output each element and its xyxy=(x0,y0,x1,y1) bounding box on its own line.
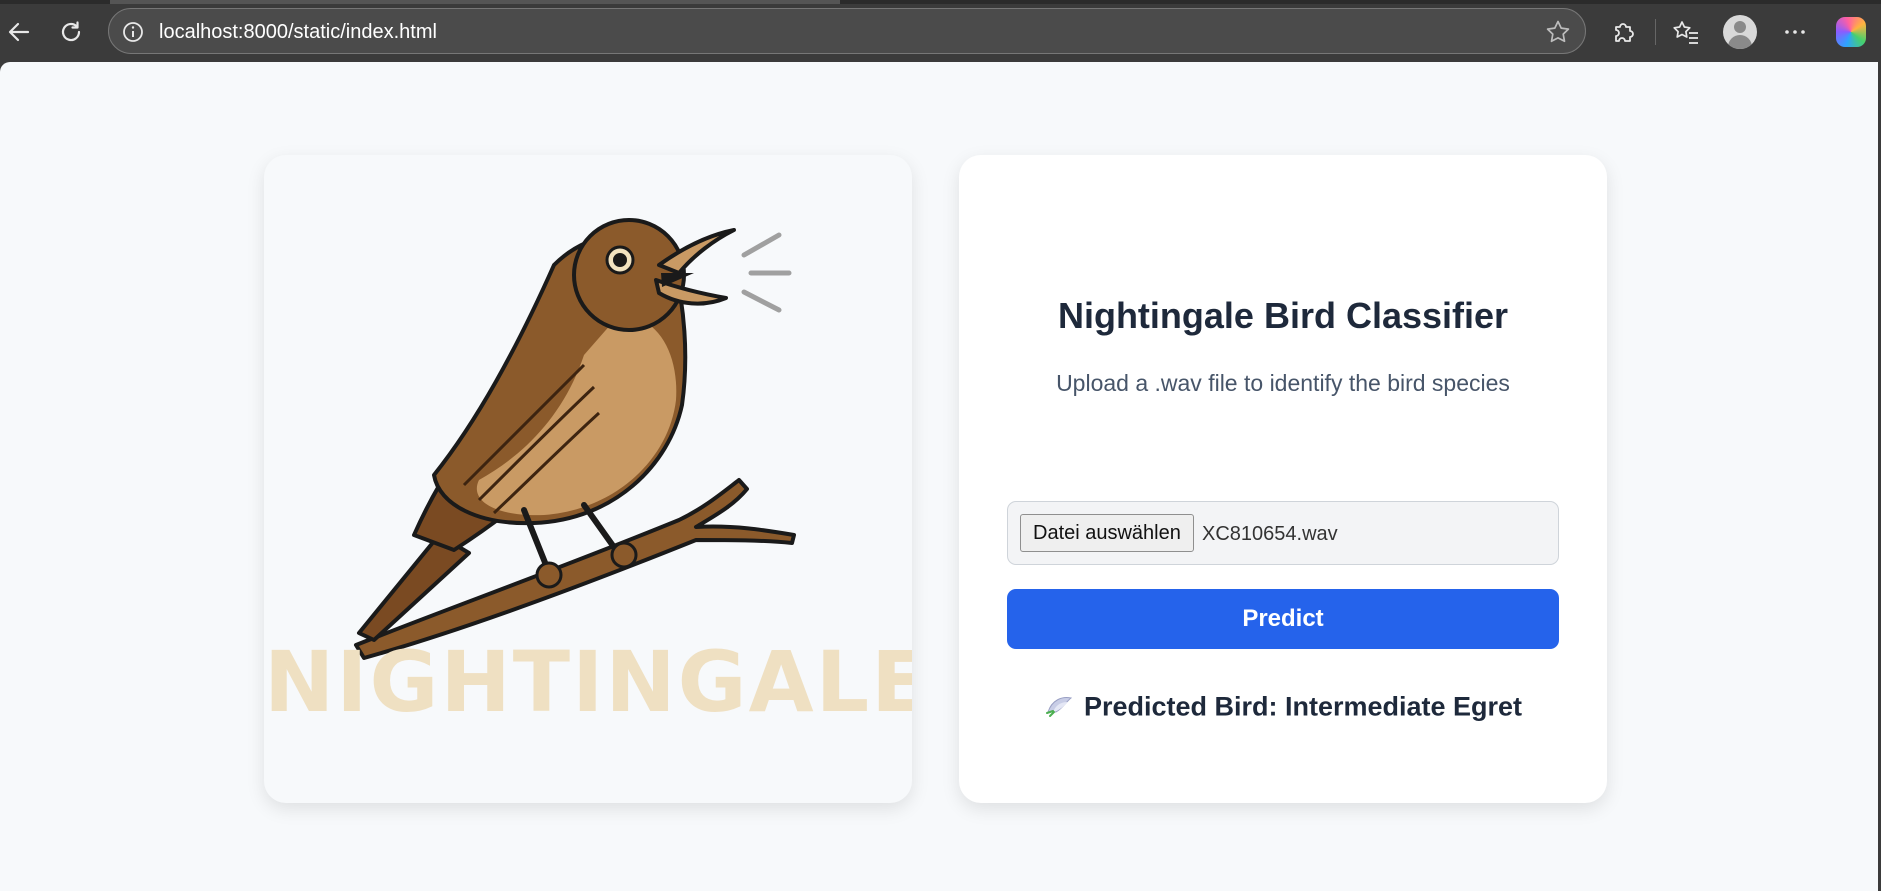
copilot-button[interactable] xyxy=(1831,12,1871,52)
bird-icon xyxy=(1044,690,1074,727)
browser-toolbar: localhost:8000/static/index.html xyxy=(0,0,1881,62)
tab-strip xyxy=(0,0,1881,4)
selected-file-name: XC810654.wav xyxy=(1202,523,1338,545)
address-bar[interactable]: localhost:8000/static/index.html xyxy=(108,8,1586,54)
logo-wordmark: NIGHTINGALE xyxy=(264,633,912,731)
profile-button[interactable] xyxy=(1720,12,1760,52)
more-button[interactable] xyxy=(1775,12,1815,52)
predict-button[interactable]: Predict xyxy=(1007,589,1559,649)
puzzle-icon xyxy=(1615,23,1634,42)
avatar-head-shape xyxy=(1734,21,1746,33)
profile-avatar-icon xyxy=(1723,15,1757,49)
info-icon[interactable] xyxy=(121,20,145,44)
page-viewport: NIGHTINGALE Nightingale Bird Classifier … xyxy=(0,62,1878,891)
active-tab-indicator xyxy=(110,0,840,4)
back-arrow-icon xyxy=(8,22,30,42)
page-title: Nightingale Bird Classifier xyxy=(1057,295,1509,336)
prediction-result-text: Predicted Bird: Intermediate Egret xyxy=(1083,691,1523,722)
toolbar-divider xyxy=(1655,19,1656,45)
page-subtitle: Upload a .wav file to identify the bird … xyxy=(1056,370,1510,396)
avatar-body-shape xyxy=(1728,35,1752,49)
extensions-button[interactable] xyxy=(1604,12,1644,52)
classifier-card: Nightingale Bird Classifier Upload a .wa… xyxy=(959,155,1607,803)
copilot-icon xyxy=(1836,17,1866,47)
favorites-button[interactable] xyxy=(1666,12,1706,52)
more-dots-icon xyxy=(1785,30,1805,34)
logo-card: NIGHTINGALE xyxy=(264,155,912,803)
star-icon[interactable] xyxy=(1545,19,1571,45)
prediction-result: Predicted Bird: Intermediate Egret xyxy=(959,690,1607,727)
address-url[interactable]: localhost:8000/static/index.html xyxy=(159,21,437,44)
reload-icon xyxy=(61,21,81,42)
favorites-list-icon xyxy=(1673,21,1698,44)
back-button[interactable] xyxy=(0,13,38,51)
reload-button[interactable] xyxy=(52,13,90,51)
choose-file-button[interactable]: Datei auswählen xyxy=(1020,514,1194,552)
file-upload-input[interactable]: Datei auswählen XC810654.wav xyxy=(1007,501,1559,565)
